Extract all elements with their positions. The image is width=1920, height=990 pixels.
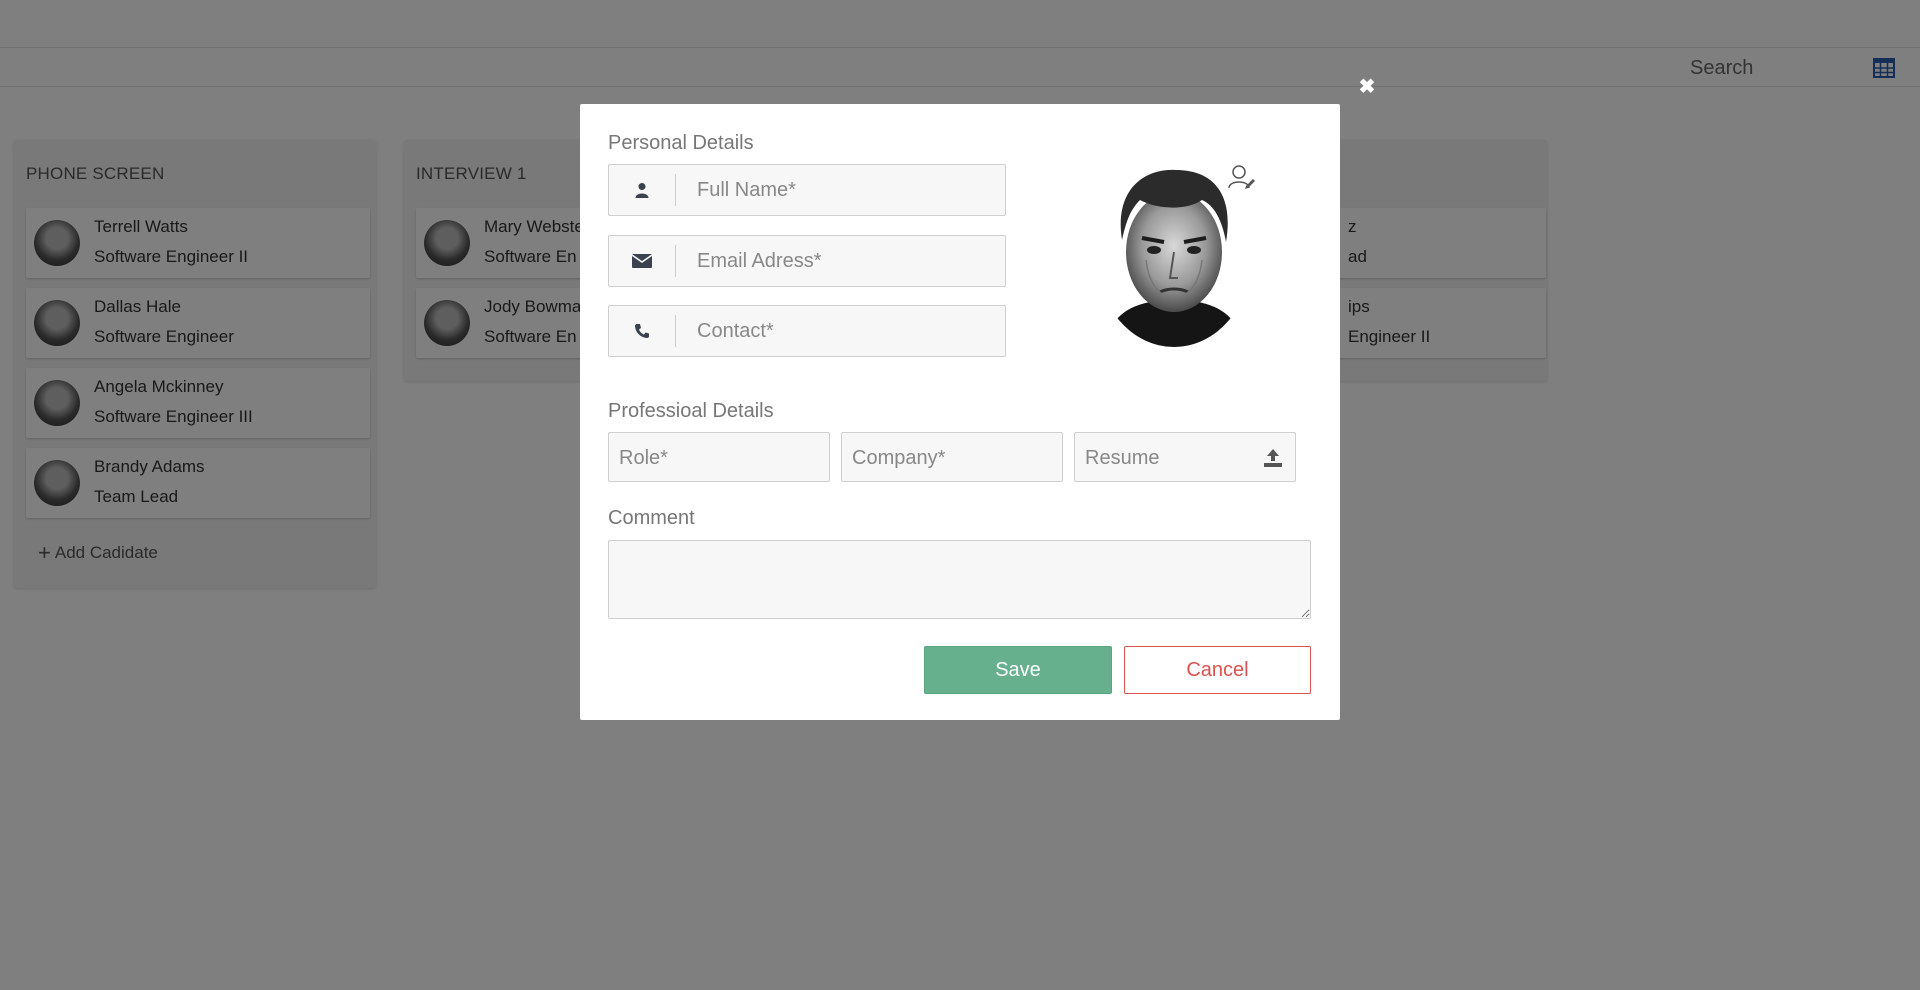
upload-icon[interactable] xyxy=(1263,448,1283,468)
edit-photo-icon[interactable] xyxy=(1226,162,1256,192)
email-input[interactable] xyxy=(697,244,987,278)
user-icon xyxy=(609,174,676,206)
add-candidate-modal: Personal Details Full Name* Email Adress… xyxy=(580,104,1340,720)
email-field xyxy=(608,235,1006,287)
comment-textarea[interactable] xyxy=(608,540,1311,619)
full-name-field xyxy=(608,164,1006,216)
company-input[interactable] xyxy=(852,441,1032,475)
save-button[interactable]: Save xyxy=(924,646,1112,694)
role-input[interactable] xyxy=(619,441,799,475)
envelope-icon xyxy=(609,245,676,277)
resume-input[interactable] xyxy=(1085,441,1245,475)
personal-details-title: Personal Details xyxy=(608,132,754,154)
full-name-input[interactable] xyxy=(697,173,987,207)
professional-details-title: Professioal Details xyxy=(608,400,774,422)
company-field xyxy=(841,432,1063,482)
comment-title: Comment xyxy=(608,507,695,529)
resume-field[interactable] xyxy=(1074,432,1296,482)
phone-icon xyxy=(609,315,676,347)
contact-input[interactable] xyxy=(697,314,987,348)
role-field xyxy=(608,432,830,482)
contact-field xyxy=(608,305,1006,357)
close-icon[interactable]: ✖ xyxy=(1358,77,1376,97)
cancel-button[interactable]: Cancel xyxy=(1124,646,1311,694)
